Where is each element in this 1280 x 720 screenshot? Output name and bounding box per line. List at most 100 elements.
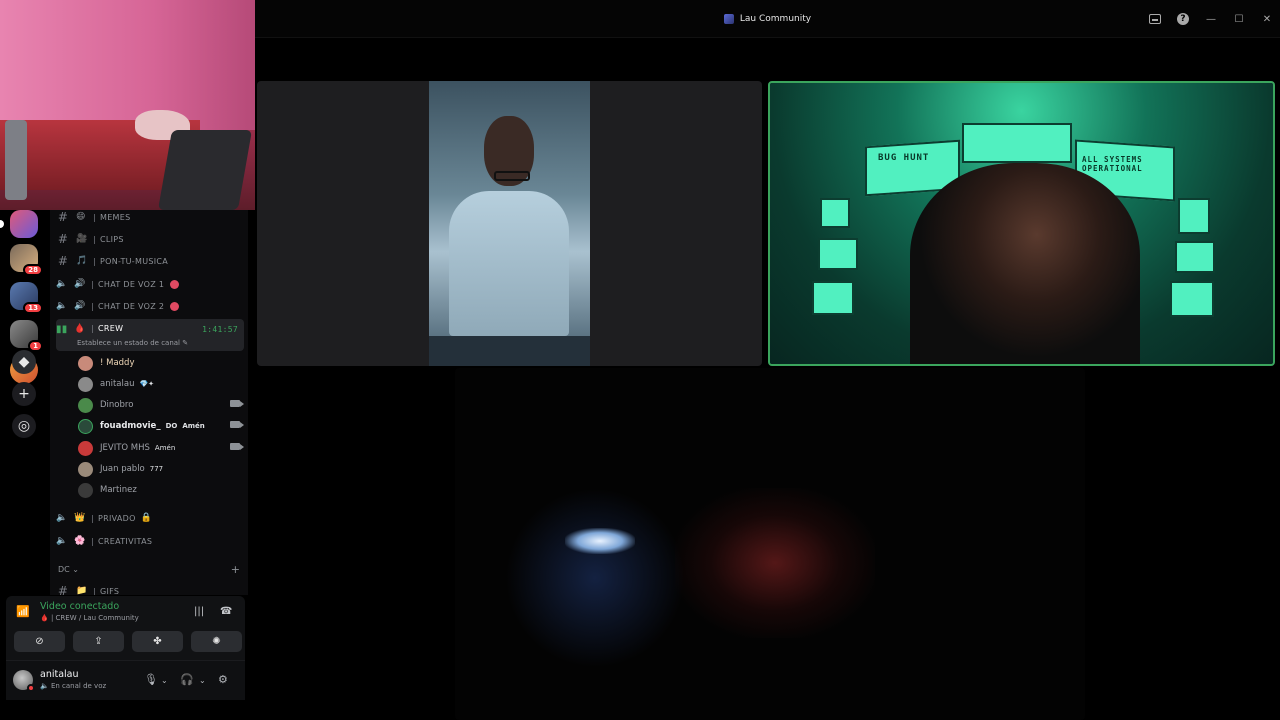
status-dot	[170, 301, 180, 311]
channel-pon-tu-musica[interactable]: # 🎵 | PON-TU-MUSICA	[56, 251, 244, 271]
participant-video	[429, 81, 590, 366]
soundboard-icon: ✺	[212, 636, 221, 647]
voice-user[interactable]: Juan pablo 777	[78, 459, 244, 479]
video-tile-speaking[interactable]: BUG HUNT ALL SYSTEMS OPERATIONAL	[768, 81, 1275, 366]
soundboard-button[interactable]: ✺	[191, 631, 242, 652]
voice-status-title[interactable]: Video conectado	[40, 601, 119, 612]
add-channel-button[interactable]: +	[231, 563, 240, 576]
user-panel: anitalau 🔈 En canal de voz 🎙 ⌄ 🎧 ⌄ ⚙	[6, 660, 245, 700]
activities-button[interactable]: ✤	[132, 631, 183, 652]
voice-connection-panel: 📶 Video conectado 🩸 | CREW / Lau Communi…	[6, 596, 245, 660]
activities-icon: ✤	[153, 636, 162, 647]
live-voice-icon: ▮▮	[56, 324, 68, 335]
help-icon: ?	[1177, 13, 1189, 25]
channel-crew-active[interactable]: ▮▮ 🩸 | CREW 1:41:57 Establece un estado …	[56, 319, 244, 351]
avatar	[78, 376, 93, 392]
voice-user[interactable]: Dinobro	[78, 395, 244, 415]
channel-label: CREATIVITAS	[98, 536, 153, 546]
unread-badge: 13	[23, 302, 43, 314]
participant-silhouette	[910, 163, 1140, 364]
channel-list: # 😄 | MEMES # 🎥 | CLIPS # 🎵 | PON-TU-MUS…	[50, 210, 248, 595]
hash-icon: #	[57, 584, 69, 595]
noise-suppression-button[interactable]: |||	[194, 606, 204, 617]
channel-label: CLIPS	[100, 234, 124, 244]
help-button[interactable]: ?	[1176, 12, 1190, 26]
channel-label: PON-TU-MUSICA	[100, 256, 169, 266]
voice-user[interactable]: ! Maddy	[78, 353, 244, 373]
channel-label: GIFS	[100, 586, 120, 596]
window-title-text: Lau Community	[739, 14, 812, 24]
game-icon[interactable]: ◆	[12, 350, 36, 374]
inbox-button[interactable]	[1148, 12, 1162, 26]
chevron-down-icon[interactable]: ⌄	[161, 676, 168, 685]
close-button[interactable]: ✕	[1260, 12, 1274, 26]
server-icon-3[interactable]: 13	[10, 282, 43, 314]
channel-chat-de-voz-1[interactable]: 🔈 🔊 | CHAT DE VOZ 1	[56, 274, 244, 294]
participant-video	[565, 528, 635, 554]
screen-share-button[interactable]: ⇪	[73, 631, 124, 652]
lock-icon: 🔒	[140, 513, 153, 523]
avatar	[78, 440, 93, 456]
pencil-icon: ✎	[182, 339, 189, 347]
voice-channel-icon: 🔈	[56, 513, 68, 523]
server-icon	[723, 14, 734, 24]
server-icon-2[interactable]: 28	[10, 244, 43, 276]
channel-chat-de-voz-2[interactable]: 🔈 🔊 | CHAT DE VOZ 2	[56, 296, 244, 316]
chevron-down-icon: ⌄	[72, 565, 79, 574]
chevron-down-icon[interactable]: ⌄	[199, 676, 206, 685]
settings-button[interactable]: ⚙	[218, 673, 228, 686]
channel-status-prompt[interactable]: Establece un estado de canal ✎	[77, 339, 188, 347]
video-off-icon: ⊘	[35, 636, 44, 647]
user-status: 🔈 En canal de voz	[40, 682, 107, 690]
voice-user[interactable]: fouadmovie_ DO Amén	[78, 416, 244, 436]
video-tile[interactable]	[455, 368, 1085, 720]
camera-icon	[230, 421, 244, 428]
camera-icon	[230, 443, 244, 450]
hash-icon: #	[57, 232, 69, 246]
voice-channel-icon: 🔈	[40, 682, 49, 690]
server-icon-1[interactable]	[0, 210, 38, 238]
video-tile[interactable]	[257, 81, 762, 366]
disconnect-button[interactable]: ☎	[220, 606, 232, 617]
voice-user[interactable]: Martinez	[78, 480, 244, 500]
window-controls: ? — ☐ ✕	[1148, 0, 1274, 38]
screen-share-icon: ⇪	[94, 636, 103, 647]
video-stage: BUG HUNT ALL SYSTEMS OPERATIONAL	[255, 38, 1280, 720]
headphones-button[interactable]: 🎧	[180, 673, 194, 686]
voice-user[interactable]: anitalau 💎✦	[78, 374, 244, 394]
background-sign: ALL SYSTEMS OPERATIONAL	[1082, 155, 1143, 173]
channel-privado[interactable]: 🔈 👑 | PRIVADO 🔒	[56, 508, 244, 528]
category-header[interactable]: DC ⌄	[58, 565, 79, 574]
minimize-button[interactable]: —	[1204, 12, 1218, 26]
add-server-button[interactable]: +	[12, 382, 36, 406]
avatar	[78, 461, 93, 477]
avatar	[78, 482, 93, 498]
channel-creativitas[interactable]: 🔈 🌸 | CREATIVITAS	[56, 531, 244, 551]
channel-label: PRIVADO	[98, 513, 136, 523]
status-dot	[170, 279, 180, 289]
avatar	[78, 418, 93, 434]
window-title: Lau Community	[255, 0, 1280, 38]
voice-channel-link[interactable]: 🩸 | CREW / Lau Community	[40, 614, 139, 622]
channel-gifs[interactable]: # 📁 | GIFS	[56, 581, 244, 595]
title-bar: Lau Community ? — ☐ ✕	[255, 0, 1280, 38]
blood-drop-icon: 🩸	[40, 614, 49, 622]
avatar	[78, 355, 93, 371]
maximize-button[interactable]: ☐	[1232, 12, 1246, 26]
server-icon-4[interactable]: 1	[10, 320, 43, 352]
voice-user[interactable]: JEVITO MHS Amén	[78, 438, 244, 458]
channel-label: CHAT DE VOZ 2	[98, 301, 165, 311]
inbox-icon	[1149, 14, 1161, 24]
voice-channel-icon: 🔈	[56, 301, 68, 311]
username[interactable]: anitalau	[40, 669, 79, 680]
discover-icon[interactable]: ◎	[12, 414, 36, 438]
background-sign: BUG HUNT	[878, 153, 930, 163]
voice-channel-icon: 🔈	[56, 279, 68, 289]
microphone-button[interactable]: 🎙	[144, 673, 158, 686]
camera-off-button[interactable]: ⊘	[14, 631, 65, 652]
channel-clips[interactable]: # 🎥 | CLIPS	[56, 229, 244, 249]
channel-memes[interactable]: # 😄 | MEMES	[56, 210, 244, 227]
channel-label: CREW	[98, 324, 124, 333]
voice-action-buttons: ⊘ ⇪ ✤ ✺	[14, 631, 242, 652]
hash-icon: #	[57, 254, 69, 268]
